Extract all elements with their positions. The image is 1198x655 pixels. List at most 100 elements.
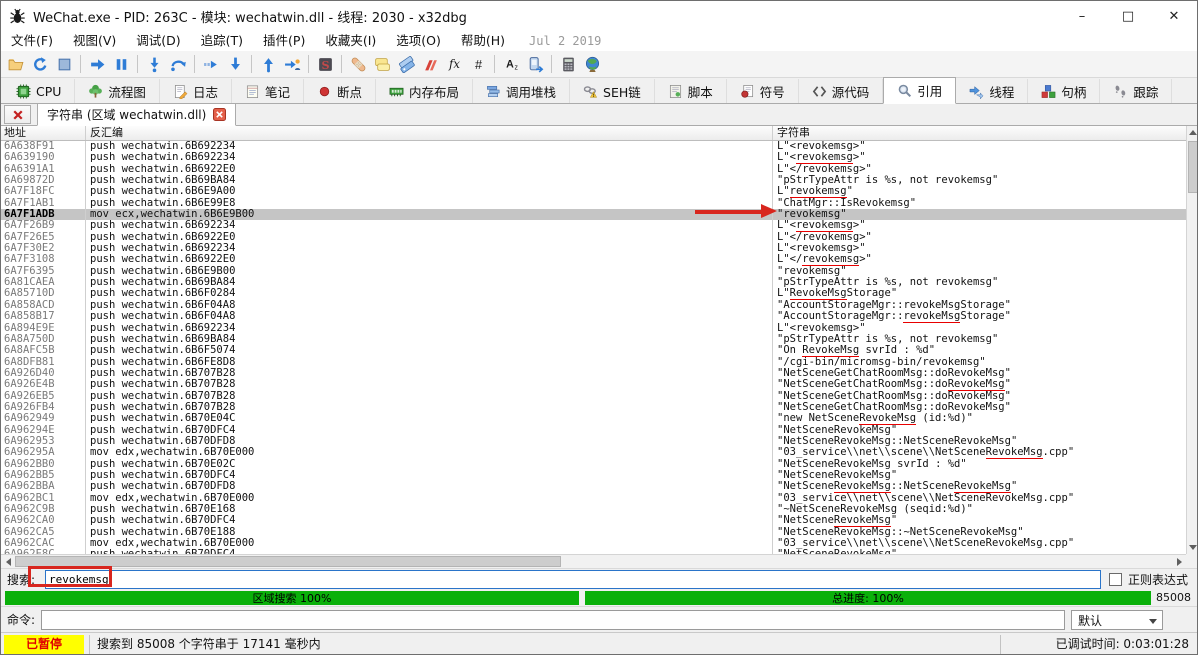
- string-cell: "NetSceneGetChatRoomMsg::doRevokeMsg": [777, 390, 1011, 402]
- scroll-down-arrow[interactable]: [1187, 541, 1197, 554]
- tab-label: 脚本: [687, 84, 713, 100]
- patch-button[interactable]: [346, 53, 370, 76]
- tab-label: 符号: [759, 84, 785, 100]
- fx-button[interactable]: fx: [442, 53, 466, 76]
- tab-seh-chain[interactable]: SEH链: [570, 79, 655, 103]
- step-over-button[interactable]: [166, 53, 190, 76]
- tab-threads[interactable]: 线程: [956, 79, 1029, 103]
- command-profile-dropdown[interactable]: 默认: [1071, 610, 1163, 630]
- string-cell: L"<revokemsg>": [777, 243, 866, 255]
- calculator-icon: [560, 56, 577, 73]
- menu-trace[interactable]: 追踪(T): [191, 31, 253, 51]
- command-input[interactable]: [41, 610, 1065, 630]
- menubar: 文件(F) 视图(V) 调试(D) 追踪(T) 插件(P) 收藏夹(I) 选项(O) 帮助(H…: [1, 31, 1197, 51]
- search-match: RevokeMsg: [802, 345, 860, 357]
- exec-return-button[interactable]: [256, 53, 280, 76]
- patch-icon: [350, 56, 367, 73]
- menu-plugins[interactable]: 插件(P): [253, 31, 315, 51]
- tab-notes[interactable]: 笔记: [232, 79, 304, 103]
- table-row[interactable]: 6A639190 push wechatwin.6B692234 L"<revoke…: [1, 151, 1186, 164]
- string-cell: L"RevokeMsgStorage": [777, 288, 898, 300]
- hash-button[interactable]: #: [466, 53, 490, 76]
- regex-checkbox[interactable]: [1109, 573, 1122, 586]
- column-header-disasm[interactable]: 反汇编: [86, 126, 773, 140]
- menu-view[interactable]: 视图(V): [63, 31, 126, 51]
- tab-symbols[interactable]: 符号: [727, 79, 799, 103]
- bookmark-button[interactable]: [418, 53, 442, 76]
- menu-favourites[interactable]: 收藏夹(I): [315, 31, 386, 51]
- tab-cpu[interactable]: CPU: [3, 79, 76, 103]
- restart-button[interactable]: [28, 53, 52, 76]
- comment-button[interactable]: [370, 53, 394, 76]
- string-cell: "NetSceneRevokeMsg": [777, 515, 898, 527]
- tab-breakpoints[interactable]: 断点: [304, 79, 376, 103]
- minimize-button[interactable]: –: [1059, 1, 1105, 31]
- tab-log[interactable]: 日志: [160, 79, 232, 103]
- string-cell: L"revokemsg": [777, 186, 853, 198]
- scroll-left-arrow[interactable]: [1, 555, 15, 568]
- tab-references[interactable]: 引用: [883, 77, 957, 104]
- tab-graph[interactable]: 流程图: [75, 79, 160, 103]
- table-row[interactable]: 6A858B17 push wechatwin.6B6F04A8 "AccountS…: [1, 310, 1186, 323]
- tab-handles[interactable]: 句柄: [1028, 79, 1101, 103]
- hash-icon: #: [470, 56, 487, 73]
- close-all-views-button[interactable]: [4, 105, 31, 124]
- tab-call-stack[interactable]: 调用堆栈: [473, 79, 571, 103]
- table-row[interactable]: 6A962949 push wechatwin.6B70E04C "new NetS…: [1, 412, 1186, 425]
- run-user-button[interactable]: [280, 53, 304, 76]
- vertical-scroll-thumb[interactable]: [1188, 141, 1197, 193]
- symbols-icon: [740, 84, 755, 99]
- string-cell: "03_service\\net\\scene\\NetSceneRevokeM…: [777, 538, 1075, 550]
- label-button[interactable]: [394, 53, 418, 76]
- search-match: RevokeMsg: [833, 435, 891, 448]
- search-input[interactable]: [45, 570, 1101, 589]
- table-row[interactable]: 6A96295A mov edx,wechatwin.6B70E000 "03_se…: [1, 446, 1186, 459]
- view-tab-strings[interactable]: 字符串 (区域 wechatwin.dll): [37, 103, 237, 126]
- table-row[interactable]: 6A962CA0 push wechatwin.6B70DFC4 "NetScene…: [1, 514, 1186, 527]
- menu-help[interactable]: 帮助(H): [451, 31, 515, 51]
- scroll-up-arrow[interactable]: [1187, 126, 1197, 139]
- string-cell: "NetSceneGetChatRoomMsg::doRevokeMsg": [777, 401, 1011, 414]
- vertical-scrollbar[interactable]: [1186, 126, 1197, 554]
- table-row[interactable]: 6A962BBA push wechatwin.6B70DFD8 "NetScene…: [1, 480, 1186, 493]
- column-header-address[interactable]: 地址: [1, 126, 86, 140]
- maximize-button[interactable]: □: [1105, 1, 1151, 31]
- search-match: revokemsg: [789, 186, 847, 198]
- pause-button[interactable]: [109, 53, 133, 76]
- disasm-cell: push wechatwin.6B692234: [86, 151, 773, 164]
- tab-trace[interactable]: 跟踪: [1100, 79, 1173, 103]
- animate-into-button[interactable]: [199, 53, 223, 76]
- tab-memory-map[interactable]: 内存布局: [376, 79, 473, 103]
- close-button[interactable]: ✕: [1151, 1, 1197, 31]
- search-match: revokemsg: [922, 356, 980, 368]
- step-into-button[interactable]: [142, 53, 166, 76]
- view-tab-bar: 字符串 (区域 wechatwin.dll): [1, 103, 1197, 126]
- tab-label: SEH链: [603, 84, 641, 100]
- string-cell: "NetSceneRevokeMsg svrId : %d": [777, 458, 967, 470]
- table-row[interactable]: 6A926E4B push wechatwin.6B707B28 "NetScene…: [1, 378, 1186, 391]
- az-button[interactable]: Az: [499, 53, 523, 76]
- horizontal-scrollbar[interactable]: [1, 554, 1186, 568]
- menu-options[interactable]: 选项(O): [386, 31, 451, 51]
- tab-bar: CPU 流程图 日志 笔记 断点 内存布局 调用堆栈 SEH链 脚本 符号 源代码 引用 线程 句柄 跟踪: [1, 77, 1197, 104]
- open-folder-button[interactable]: [4, 53, 28, 76]
- tab-label: 断点: [336, 84, 362, 100]
- tab-script[interactable]: 脚本: [655, 79, 727, 103]
- scroll-right-arrow[interactable]: [1172, 555, 1186, 568]
- close-view-icon[interactable]: [213, 108, 227, 121]
- menu-file[interactable]: 文件(F): [1, 31, 63, 51]
- step-down-button[interactable]: [223, 53, 247, 76]
- stop-button[interactable]: [52, 53, 76, 76]
- globe-button[interactable]: [580, 53, 604, 76]
- calculator-button[interactable]: [556, 53, 580, 76]
- svg-text:fx: fx: [448, 57, 460, 71]
- string-cell: "AccountStorageMgr::revokeMsgStorage": [777, 311, 1011, 323]
- tab-source[interactable]: 源代码: [799, 79, 884, 103]
- run-button[interactable]: [85, 53, 109, 76]
- table-row[interactable]: 6A8AFC5B push wechatwin.6B6F5074 "On Revok…: [1, 344, 1186, 357]
- menu-debug[interactable]: 调试(D): [126, 31, 190, 51]
- highlight-button[interactable]: [523, 53, 547, 76]
- column-header-string[interactable]: 字符串: [773, 126, 1186, 140]
- string-cell: "NetSceneGetChatRoomMsg::doRevokeMsg": [777, 379, 1011, 391]
- script-s-button[interactable]: S: [313, 53, 337, 76]
